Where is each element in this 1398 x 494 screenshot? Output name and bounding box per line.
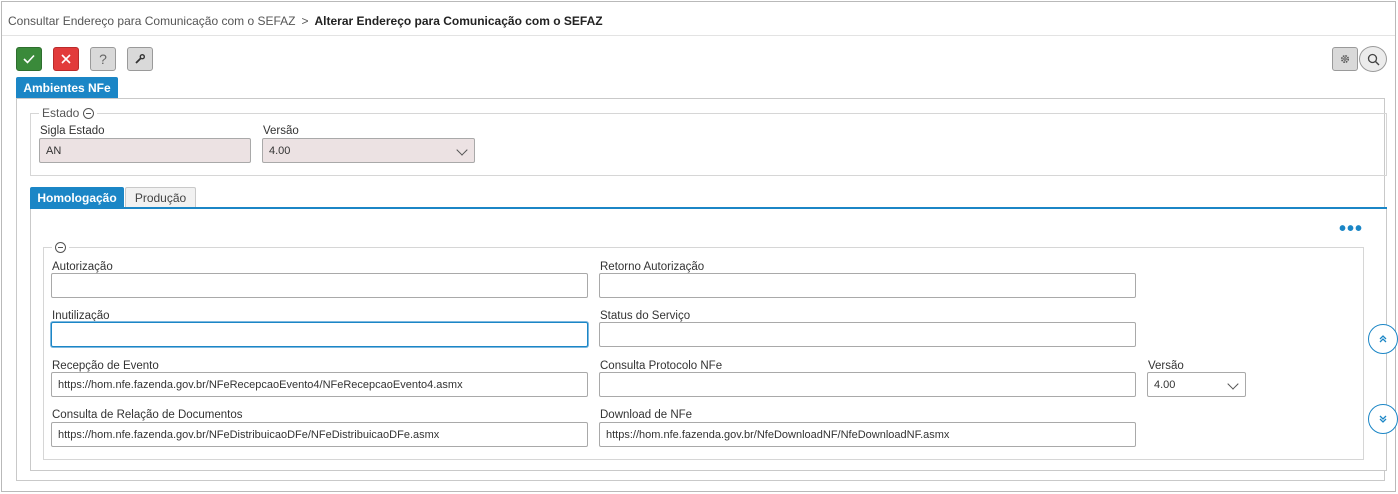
download-nfe-input[interactable]: https://hom.nfe.fazenda.gov.br/NfeDownlo… [599,422,1136,447]
scroll-up-button[interactable] [1368,324,1398,354]
search-button[interactable] [1359,46,1387,72]
double-chevron-up-icon [1379,335,1387,343]
tab-producao[interactable]: Produção [125,187,196,208]
collapse-icon[interactable] [55,242,66,253]
estado-versao-value: 4.00 [269,144,291,157]
search-icon [1367,53,1379,65]
double-chevron-down-icon [1379,415,1387,423]
sigla-estado-label: Sigla Estado [40,125,105,137]
estado-versao-select[interactable]: 4.00 [262,138,475,163]
chevron-down-icon [456,144,468,156]
status-servico-label: Status do Serviço [600,310,691,322]
consulta-relacao-input[interactable]: https://hom.nfe.fazenda.gov.br/NFeDistri… [51,422,588,447]
confirm-button[interactable] [16,47,42,71]
retorno-autorizacao-label: Retorno Autorização [600,261,705,273]
endpoints-legend [52,242,69,253]
versao-label: Versão [1148,360,1184,372]
autorizacao-input[interactable] [51,273,588,298]
consulta-relacao-value: https://hom.nfe.fazenda.gov.br/NFeDistri… [58,428,440,441]
close-icon [61,54,71,64]
sigla-estado-field[interactable]: AN [39,138,251,163]
gear-icon [1340,54,1350,64]
consulta-protocolo-label: Consulta Protocolo NFe [600,360,723,372]
sigla-estado-value: AN [46,144,62,157]
estado-legend: Estado [39,106,97,120]
check-icon [23,54,35,64]
retorno-autorizacao-input[interactable] [599,273,1136,298]
consulta-relacao-label: Consulta de Relação de Documentos [52,409,243,421]
versao-value: 4.00 [1154,378,1176,391]
estado-versao-label: Versão [263,125,299,137]
download-nfe-label: Download de NFe [600,409,693,421]
autorizacao-label: Autorização [52,261,113,273]
recepcao-evento-input[interactable]: https://hom.nfe.fazenda.gov.br/NFeRecepc… [51,372,588,397]
header-divider [2,35,1395,36]
wrench-icon [135,54,146,64]
estado-legend-text: Estado [42,106,80,120]
help-icon: ? [99,51,107,67]
breadcrumb-parent[interactable]: Consultar Endereço para Comunicação com … [8,14,295,28]
inutilizacao-label: Inutilização [52,310,110,322]
breadcrumb-current: Alterar Endereço para Comunicação com o … [314,14,603,28]
chevron-down-icon [1227,378,1239,390]
scroll-down-button[interactable] [1368,404,1398,434]
versao-select[interactable]: 4.00 [1147,372,1246,397]
settings-button[interactable] [1332,47,1358,71]
status-servico-input[interactable] [599,322,1136,347]
consulta-protocolo-input[interactable] [599,372,1136,397]
recepcao-evento-label: Recepção de Evento [52,360,159,372]
more-options-icon[interactable]: ••• [1339,219,1363,239]
breadcrumb-separator: > [301,14,309,28]
tab-homologacao[interactable]: Homologação [30,187,124,208]
recepcao-evento-value: https://hom.nfe.fazenda.gov.br/NFeRecepc… [58,378,463,391]
tools-button[interactable] [127,47,153,71]
inutilizacao-input[interactable] [51,322,588,347]
tab-ambientes-nfe[interactable]: Ambientes NFe [16,77,118,98]
breadcrumb: Consultar Endereço para Comunicação com … [8,14,603,28]
download-nfe-value: https://hom.nfe.fazenda.gov.br/NfeDownlo… [606,428,950,441]
app-frame: Consultar Endereço para Comunicação com … [1,1,1398,492]
help-button[interactable]: ? [90,47,116,71]
collapse-icon[interactable] [83,107,95,119]
cancel-button[interactable] [53,47,79,71]
